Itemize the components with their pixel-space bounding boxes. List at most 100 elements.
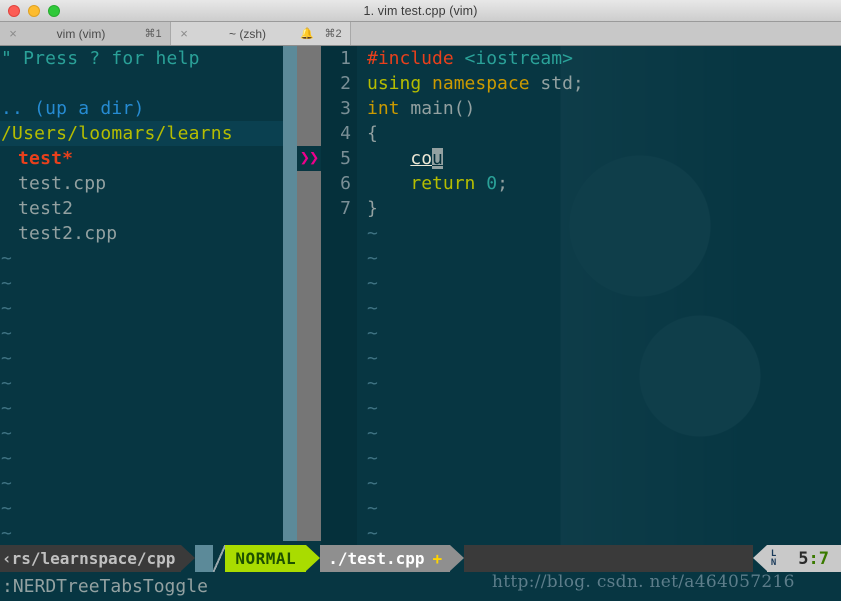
line-number: 7: [321, 196, 357, 221]
empty-gutter: [321, 296, 357, 321]
tab-bar-filler: [351, 22, 841, 45]
statusline-filler: [464, 545, 753, 572]
code-text[interactable]: #include <iostream>: [357, 46, 573, 71]
statusline-slash-icon: [213, 545, 226, 572]
editor-empty-line: ~: [321, 446, 378, 471]
nerdtree-root-path[interactable]: /Users/loomars/learns: [0, 121, 283, 146]
line-number: 2: [321, 71, 357, 96]
empty-gutter: [321, 371, 357, 396]
statusline-position-arrow-icon: [752, 545, 767, 571]
nerdtree-empty-line: ~: [1, 348, 13, 369]
editor-empty-line: ~: [321, 496, 378, 521]
nerdtree-entry-test2-cpp[interactable]: test2.cpp: [0, 221, 283, 246]
code-text[interactable]: using namespace std;: [357, 71, 584, 96]
editor-empty-line: ~: [321, 371, 378, 396]
empty-gutter: [321, 446, 357, 471]
bell-icon: 🔔: [300, 28, 314, 40]
vertical-split-separator[interactable]: [283, 46, 297, 541]
code-pane[interactable]: 1 #include <iostream> 2 using namespace std…: [321, 46, 841, 546]
code-lines[interactable]: 1 #include <iostream> 2 using namespace std…: [321, 46, 841, 221]
statusline-filename: ./test.cpp +: [320, 545, 451, 572]
window-title: 1. vim test.cpp (vim): [363, 3, 478, 18]
watermark-text: http://blog. csdn. net/a464057216: [492, 572, 795, 592]
code-token: namespace: [432, 73, 541, 94]
nerdtree-empty-line: ~: [1, 498, 13, 519]
nerdtree-empty-line: ~: [1, 423, 13, 444]
editor-empty-line: ~: [321, 421, 378, 446]
statusline-position-value: 5:7: [798, 549, 829, 569]
statusline-mode-arrow-icon: [306, 545, 321, 571]
nerdtree-up-a-dir[interactable]: .. (up a dir): [0, 96, 283, 121]
nerdtree-help-line: " Press ? for help: [1, 48, 200, 69]
editor-empty-line: ~: [321, 471, 378, 496]
tab-vim-label: vim (vim): [56, 26, 106, 41]
tab-vim[interactable]: × vim (vim) ⌘1: [0, 22, 171, 45]
tilde-icon: ~: [367, 223, 378, 244]
empty-gutter: [321, 221, 357, 246]
statusline-path-arrow-icon: [181, 545, 196, 571]
empty-gutter: [321, 396, 357, 421]
code-line[interactable]: 3 int main(): [321, 96, 841, 121]
cursor-separator: :: [808, 548, 819, 569]
tilde-icon: ~: [367, 298, 378, 319]
window-titlebar: 1. vim test.cpp (vim): [0, 0, 841, 22]
statusline-split-gap: [195, 545, 214, 572]
line-number: 3: [321, 96, 357, 121]
vim-window[interactable]: " Press ? for help .. (up a dir) /Users/…: [0, 46, 841, 601]
empty-gutter: [321, 471, 357, 496]
code-text[interactable]: return 0;: [357, 171, 508, 196]
code-token: {: [367, 123, 378, 144]
code-token: #include: [367, 48, 465, 69]
editor-empty-lines: ~ ~ ~ ~ ~ ~ ~ ~ ~ ~ ~ ~ ~: [321, 221, 378, 546]
code-line[interactable]: 5 cou: [321, 146, 841, 171]
nerdtree-empty-line: ~: [1, 298, 13, 319]
tab-vim-shortcut: ⌘1: [144, 28, 162, 40]
statusline-filename-text: ./test.cpp: [328, 549, 425, 568]
statusline-mode: NORMAL: [225, 545, 307, 572]
code-text[interactable]: int main(): [357, 96, 475, 121]
code-line[interactable]: 4{: [321, 121, 841, 146]
nerdtree-spacer: [0, 71, 283, 96]
line-number: 1: [321, 46, 357, 71]
nerdtree-entry-test2[interactable]: test2: [0, 196, 283, 221]
text-cursor: u: [432, 148, 443, 169]
tilde-icon: ~: [367, 498, 378, 519]
tilde-icon: ~: [367, 323, 378, 344]
code-token: return: [410, 173, 487, 194]
nerdtree-empty-line: ~: [1, 373, 13, 394]
nerdtree-empty-line: ~: [1, 273, 13, 294]
code-line[interactable]: 7}: [321, 196, 841, 221]
close-icon[interactable]: ×: [171, 26, 197, 41]
tilde-icon: ~: [367, 473, 378, 494]
editor-empty-line: ~: [321, 246, 378, 271]
empty-gutter: [321, 421, 357, 446]
code-line[interactable]: 6 return 0;: [321, 171, 841, 196]
code-text[interactable]: }: [357, 196, 378, 221]
code-text[interactable]: {: [357, 121, 378, 146]
empty-gutter: [321, 271, 357, 296]
code-text[interactable]: cou: [357, 146, 443, 171]
code-token: int: [367, 98, 411, 119]
nerdtree-entry-test[interactable]: test*: [0, 146, 283, 171]
fold-marker-icon: ❯❯: [297, 146, 321, 171]
tilde-icon: ~: [367, 373, 378, 394]
editor-empty-line: ~: [321, 346, 378, 371]
nerdtree-entry-test-cpp[interactable]: test.cpp: [0, 171, 283, 196]
tab-zsh[interactable]: × ~ (zsh) 🔔 ⌘2: [171, 22, 351, 45]
editor-empty-line: ~: [321, 321, 378, 346]
nerdtree-empty-line: ~: [1, 523, 13, 544]
line-number: 6: [321, 171, 357, 196]
nerdtree-empty-line: ~: [1, 248, 13, 269]
code-line[interactable]: 2 using namespace std;: [321, 71, 841, 96]
cursor-column: 7: [818, 548, 829, 569]
tab-zsh-shortcut: ⌘2: [324, 28, 342, 40]
editor-empty-line: ~: [321, 296, 378, 321]
code-token: 0: [486, 173, 498, 194]
close-icon[interactable]: ×: [0, 26, 26, 41]
code-line[interactable]: 1 #include <iostream>: [321, 46, 841, 71]
nerdtree-pane[interactable]: " Press ? for help .. (up a dir) /Users/…: [0, 46, 283, 544]
tab-bar: × vim (vim) ⌘1 × ~ (zsh) 🔔 ⌘2: [0, 22, 841, 46]
code-token: ;: [497, 173, 508, 194]
statusline-path: ‹rs/learnspace/cpp: [0, 545, 182, 572]
